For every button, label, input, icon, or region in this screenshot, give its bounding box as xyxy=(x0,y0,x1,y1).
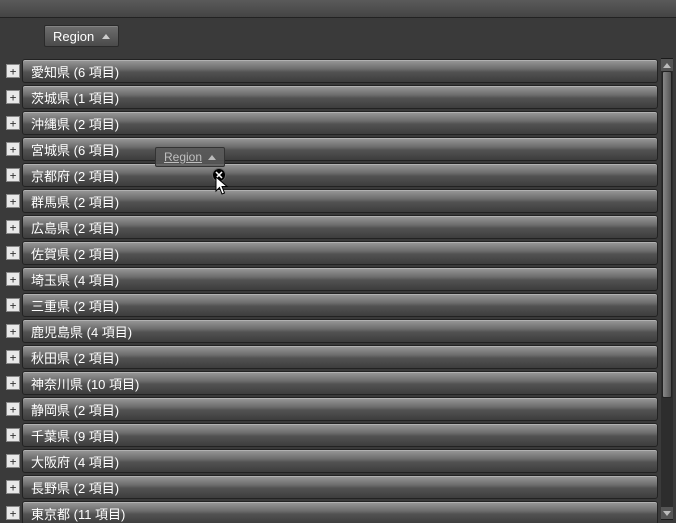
expand-button[interactable]: + xyxy=(6,402,20,416)
expand-button[interactable]: + xyxy=(6,272,20,286)
expand-button[interactable]: + xyxy=(6,246,20,260)
expand-button[interactable]: + xyxy=(6,506,20,520)
expand-button[interactable]: + xyxy=(6,64,20,78)
group-row: + 大阪府 (4 項目) xyxy=(4,448,658,474)
expand-button[interactable]: + xyxy=(6,90,20,104)
group-label: 鹿児島県 (4 項目) xyxy=(31,322,132,341)
chevron-down-icon xyxy=(663,511,671,516)
group-header[interactable]: 神奈川県 (10 項目) xyxy=(22,371,658,395)
group-row: + 神奈川県 (10 項目) xyxy=(4,370,658,396)
group-header[interactable]: 千葉県 (9 項目) xyxy=(22,423,658,447)
group-header[interactable]: 鹿児島県 (4 項目) xyxy=(22,319,658,343)
group-row: + 長野県 (2 項目) xyxy=(4,474,658,500)
group-row: + 鹿児島県 (4 項目) xyxy=(4,318,658,344)
group-row: + 広島県 (2 項目) xyxy=(4,214,658,240)
scroll-track[interactable] xyxy=(661,71,673,507)
scroll-up-button[interactable] xyxy=(661,59,673,71)
group-label: 東京都 (11 項目) xyxy=(31,504,125,523)
group-header[interactable]: 沖縄県 (2 項目) xyxy=(22,111,658,135)
group-label: 広島県 (2 項目) xyxy=(31,218,119,237)
group-row: + 三重県 (2 項目) xyxy=(4,292,658,318)
group-header[interactable]: 佐賀県 (2 項目) xyxy=(22,241,658,265)
group-header[interactable]: 広島県 (2 項目) xyxy=(22,215,658,239)
group-header[interactable]: 京都府 (2 項目) xyxy=(22,163,658,187)
scroll-thumb[interactable] xyxy=(662,71,672,398)
group-label: 佐賀県 (2 項目) xyxy=(31,244,119,263)
group-label: 宮城県 (6 項目) xyxy=(31,140,119,159)
group-label: 神奈川県 (10 項目) xyxy=(31,374,139,393)
group-row: + 茨城県 (1 項目) xyxy=(4,84,658,110)
expand-button[interactable]: + xyxy=(6,480,20,494)
group-row: + 埼玉県 (4 項目) xyxy=(4,266,658,292)
group-label: 埼玉県 (4 項目) xyxy=(31,270,119,289)
group-header[interactable]: 埼玉県 (4 項目) xyxy=(22,267,658,291)
expand-button[interactable]: + xyxy=(6,194,20,208)
group-label: 愛知県 (6 項目) xyxy=(31,62,119,81)
expand-button[interactable]: + xyxy=(6,168,20,182)
group-list: + 愛知県 (6 項目) + 茨城県 (1 項目) + 沖縄県 (2 項目) +… xyxy=(4,58,658,523)
expand-button[interactable]: + xyxy=(6,116,20,130)
window-top-bar xyxy=(0,0,676,18)
group-label: 秋田県 (2 項目) xyxy=(31,348,119,367)
group-header[interactable]: 愛知県 (6 項目) xyxy=(22,59,658,83)
group-row: + 愛知県 (6 項目) xyxy=(4,58,658,84)
group-label: 千葉県 (9 項目) xyxy=(31,426,119,445)
group-panel[interactable]: Region xyxy=(0,18,676,54)
group-row: + 東京都 (11 項目) xyxy=(4,500,658,523)
group-header[interactable]: 茨城県 (1 項目) xyxy=(22,85,658,109)
group-row: + 群馬県 (2 項目) xyxy=(4,188,658,214)
expand-button[interactable]: + xyxy=(6,376,20,390)
group-header[interactable]: 大阪府 (4 項目) xyxy=(22,449,658,473)
group-row: + 佐賀県 (2 項目) xyxy=(4,240,658,266)
expand-button[interactable]: + xyxy=(6,428,20,442)
scroll-down-button[interactable] xyxy=(661,507,673,519)
group-label: 静岡県 (2 項目) xyxy=(31,400,119,419)
group-row: + 沖縄県 (2 項目) xyxy=(4,110,658,136)
expand-button[interactable]: + xyxy=(6,220,20,234)
group-header[interactable]: 静岡県 (2 項目) xyxy=(22,397,658,421)
expand-button[interactable]: + xyxy=(6,142,20,156)
group-row: + 秋田県 (2 項目) xyxy=(4,344,658,370)
group-header[interactable]: 東京都 (11 項目) xyxy=(22,501,658,523)
grid-body: + 愛知県 (6 項目) + 茨城県 (1 項目) + 沖縄県 (2 項目) +… xyxy=(0,54,676,523)
group-header[interactable]: 宮城県 (6 項目) xyxy=(22,137,658,161)
sort-asc-icon xyxy=(102,34,110,39)
vertical-scrollbar[interactable] xyxy=(661,58,673,520)
group-header[interactable]: 三重県 (2 項目) xyxy=(22,293,658,317)
group-label: 茨城県 (1 項目) xyxy=(31,88,119,107)
group-chip-label: Region xyxy=(53,29,94,44)
group-row: + 千葉県 (9 項目) xyxy=(4,422,658,448)
group-label: 沖縄県 (2 項目) xyxy=(31,114,119,133)
group-row: + 宮城県 (6 項目) xyxy=(4,136,658,162)
group-label: 京都府 (2 項目) xyxy=(31,166,119,185)
group-row: + 京都府 (2 項目) xyxy=(4,162,658,188)
group-header[interactable]: 秋田県 (2 項目) xyxy=(22,345,658,369)
expand-button[interactable]: + xyxy=(6,324,20,338)
group-header[interactable]: 群馬県 (2 項目) xyxy=(22,189,658,213)
group-label: 群馬県 (2 項目) xyxy=(31,192,119,211)
group-header[interactable]: 長野県 (2 項目) xyxy=(22,475,658,499)
expand-button[interactable]: + xyxy=(6,298,20,312)
expand-button[interactable]: + xyxy=(6,454,20,468)
expand-button[interactable]: + xyxy=(6,350,20,364)
group-label: 長野県 (2 項目) xyxy=(31,478,119,497)
group-label: 三重県 (2 項目) xyxy=(31,296,119,315)
group-chip-region[interactable]: Region xyxy=(44,25,119,47)
group-row: + 静岡県 (2 項目) xyxy=(4,396,658,422)
group-label: 大阪府 (4 項目) xyxy=(31,452,119,471)
chevron-up-icon xyxy=(663,63,671,68)
